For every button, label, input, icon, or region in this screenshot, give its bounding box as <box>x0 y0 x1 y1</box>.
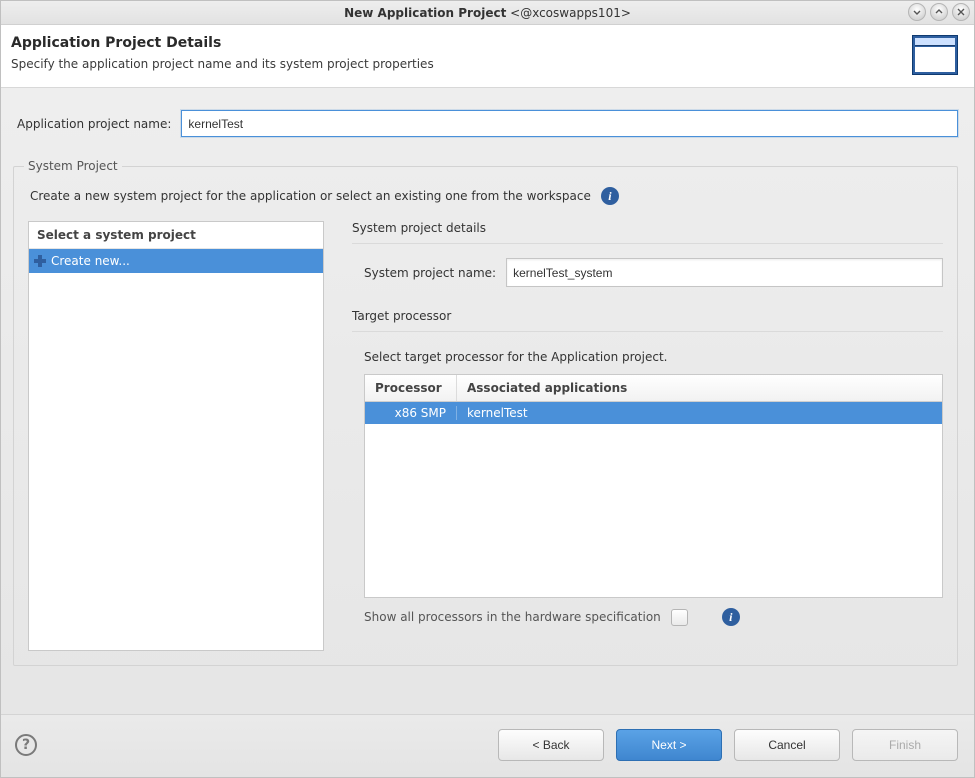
app-name-row: Application project name: <box>17 110 958 137</box>
window-controls <box>908 3 970 21</box>
system-project-list[interactable]: Select a system project Create new... <box>28 221 324 651</box>
wizard-window: New Application Project <@xcoswapps101> … <box>0 0 975 778</box>
banner-heading: Application Project Details <box>11 35 434 51</box>
cancel-button[interactable]: Cancel <box>734 729 840 761</box>
target-processor-title: Target processor <box>352 309 943 332</box>
info-icon[interactable]: i <box>601 187 619 205</box>
show-all-label: Show all processors in the hardware spec… <box>364 610 661 624</box>
processor-cell: x86 SMP <box>365 406 457 420</box>
create-new-item[interactable]: Create new... <box>29 249 323 273</box>
processor-table-head: Processor Associated applications <box>365 375 942 402</box>
close-button[interactable] <box>952 3 970 21</box>
minimize-button[interactable] <box>908 3 926 21</box>
processor-table-body: x86 SMP kernelTest <box>365 402 942 597</box>
show-all-checkbox[interactable] <box>671 609 688 626</box>
col-assoc-apps: Associated applications <box>457 375 942 401</box>
processor-row[interactable]: x86 SMP kernelTest <box>365 402 942 424</box>
window-title-context: <@xcoswapps101> <box>506 6 631 20</box>
system-project-two-col: Select a system project Create new... Sy… <box>28 221 943 651</box>
application-icon <box>912 35 958 75</box>
finish-button[interactable]: Finish <box>852 729 958 761</box>
wizard-content: Application project name: System Project… <box>1 88 974 714</box>
next-button[interactable]: Next > <box>616 729 722 761</box>
window-title: New Application Project <@xcoswapps101> <box>344 6 631 20</box>
maximize-button[interactable] <box>930 3 948 21</box>
banner-sub: Specify the application project name and… <box>11 57 434 71</box>
wizard-banner: Application Project Details Specify the … <box>1 25 974 88</box>
app-name-input[interactable] <box>181 110 958 137</box>
assoc-apps-cell: kernelTest <box>457 406 942 420</box>
button-row: < Back Next > Cancel Finish <box>498 729 958 761</box>
system-project-legend: System Project <box>24 159 122 173</box>
window-title-main: New Application Project <box>344 6 506 20</box>
system-project-desc: Create a new system project for the appl… <box>30 189 591 203</box>
show-all-row: Show all processors in the hardware spec… <box>364 608 943 626</box>
details-title: System project details <box>352 221 943 244</box>
system-project-list-header: Select a system project <box>29 222 323 249</box>
system-project-group: System Project Create a new system proje… <box>13 159 958 666</box>
processor-table[interactable]: Processor Associated applications x86 SM… <box>364 374 943 598</box>
system-project-details-pane: System project details System project na… <box>352 221 943 651</box>
system-project-desc-row: Create a new system project for the appl… <box>30 187 943 205</box>
system-project-name-input[interactable] <box>506 258 943 287</box>
wizard-footer: ? < Back Next > Cancel Finish <box>1 714 974 777</box>
plus-icon <box>33 254 47 268</box>
system-project-list-wrap: Select a system project Create new... <box>28 221 324 651</box>
titlebar: New Application Project <@xcoswapps101> <box>1 1 974 25</box>
target-processor-desc: Select target processor for the Applicat… <box>364 350 943 364</box>
system-project-name-row: System project name: <box>364 258 943 287</box>
system-project-name-label: System project name: <box>364 266 496 280</box>
help-icon[interactable]: ? <box>15 734 37 756</box>
banner-text: Application Project Details Specify the … <box>11 35 434 71</box>
create-new-label: Create new... <box>51 254 130 268</box>
back-button[interactable]: < Back <box>498 729 604 761</box>
col-processor: Processor <box>365 375 457 401</box>
info-icon[interactable]: i <box>722 608 740 626</box>
app-name-label: Application project name: <box>17 117 171 131</box>
